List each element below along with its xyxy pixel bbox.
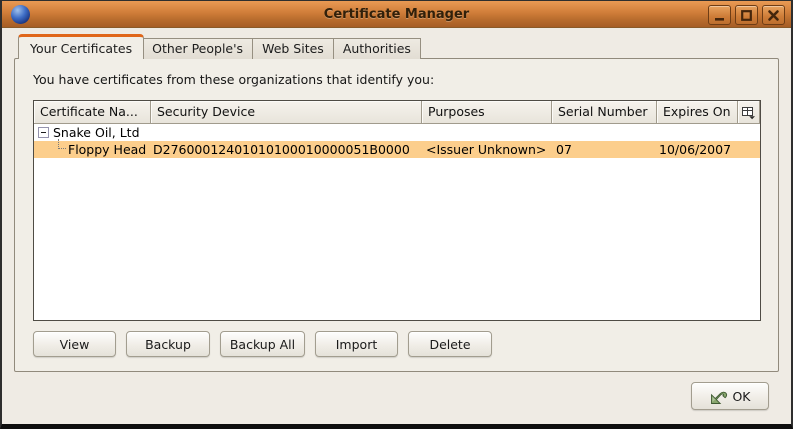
view-button[interactable]: View	[33, 331, 116, 357]
action-button-row: View Backup Backup All Import Delete	[33, 331, 492, 357]
your-certificates-panel: You have certificates from these organiz…	[14, 58, 779, 372]
column-picker-icon	[741, 105, 756, 120]
ok-button-label: OK	[732, 389, 750, 404]
column-header-serial-number[interactable]: Serial Number	[552, 101, 657, 124]
green-arrow-ok-icon	[709, 386, 729, 406]
cell-certificate-name: Floppy Head	[34, 141, 151, 158]
column-header-security-device[interactable]: Security Device	[151, 101, 422, 124]
delete-button[interactable]: Delete	[408, 331, 492, 357]
titlebar: Certificate Manager	[2, 1, 791, 28]
ok-button[interactable]: OK	[691, 382, 769, 410]
backup-button[interactable]: Backup	[126, 331, 210, 357]
table-body: Snake Oil, Ltd Floppy Head D276000124010…	[34, 124, 760, 320]
window-title: Certificate Manager	[2, 7, 791, 22]
table-row-certificate-floppy-head[interactable]: Floppy Head D27600012401010100010000051B…	[34, 141, 760, 158]
tree-branch-line	[58, 139, 66, 149]
table-header-row: Certificate Na... Security Device Purpos…	[34, 101, 760, 124]
minimize-button[interactable]	[708, 5, 731, 25]
column-picker-button[interactable]	[738, 101, 760, 124]
minimize-icon	[713, 9, 726, 22]
maximize-button[interactable]	[735, 5, 758, 25]
cell-purposes: <Issuer Unknown>	[422, 141, 552, 158]
tab-web-sites[interactable]: Web Sites	[253, 38, 334, 59]
backup-all-button[interactable]: Backup All	[220, 331, 305, 357]
tab-bar: Your Certificates Other People's Web Sit…	[18, 34, 421, 59]
maximize-icon	[740, 9, 753, 22]
close-button[interactable]	[762, 5, 785, 25]
globe-icon	[11, 5, 30, 24]
import-button[interactable]: Import	[315, 331, 398, 357]
cell-expires-on: 10/06/2007	[657, 141, 738, 158]
tab-other-peoples[interactable]: Other People's	[143, 38, 253, 59]
certificate-manager-window: Certificate Manager Your Certificates Ot…	[0, 0, 793, 429]
description-text: You have certificates from these organiz…	[33, 72, 434, 87]
cell-serial-number: 07	[552, 141, 657, 158]
collapse-expander-icon[interactable]	[38, 127, 49, 138]
window-controls	[708, 5, 785, 25]
cell-security-device: D27600012401010100010000051B0000	[151, 141, 422, 158]
column-header-purposes[interactable]: Purposes	[422, 101, 552, 124]
table-row-group-snake-oil[interactable]: Snake Oil, Ltd	[34, 124, 760, 141]
tab-your-certificates[interactable]: Your Certificates	[18, 34, 144, 59]
tab-authorities[interactable]: Authorities	[334, 38, 421, 59]
certificate-table: Certificate Na... Security Device Purpos…	[33, 100, 761, 321]
column-header-certificate-name[interactable]: Certificate Na...	[34, 101, 151, 124]
column-header-expires-on[interactable]: Expires On	[657, 101, 738, 124]
close-icon	[767, 9, 780, 22]
